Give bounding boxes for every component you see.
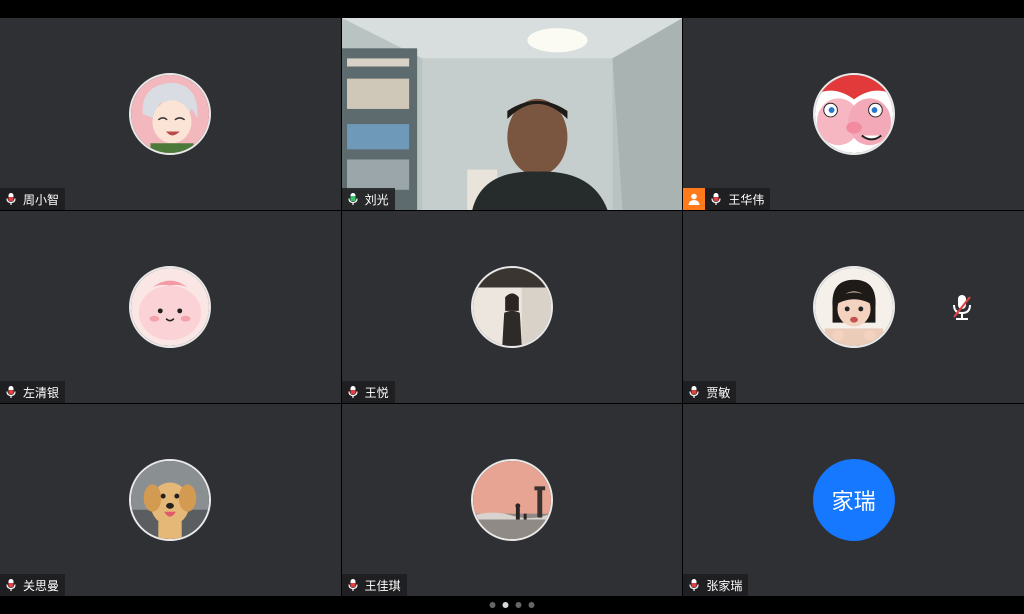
participant-name: 周小智 xyxy=(23,192,60,207)
meeting-window: 周小智 刘光 王华伟 左清银 王悦 贾敏 关思曼 王佳琪 家瑞 张家瑞 xyxy=(0,0,1024,614)
microphone-icon xyxy=(711,193,721,205)
photo-woman-avatar xyxy=(470,266,553,348)
participant-name-tag: 贾敏 xyxy=(683,381,737,403)
participant-tile[interactable]: 贾敏 xyxy=(683,211,1024,403)
pink-blob-avatar xyxy=(129,266,212,348)
participant-name-tag: 王悦 xyxy=(341,381,395,403)
microphone-icon xyxy=(6,193,16,205)
participant-name-tag: 刘光 xyxy=(341,188,395,210)
cartoon-pig-avatar xyxy=(812,73,895,155)
microphone-icon xyxy=(6,386,16,398)
participant-name-tag: 周小智 xyxy=(0,188,66,210)
participant-name-tag: 关思曼 xyxy=(0,574,66,596)
page-dot-4[interactable] xyxy=(528,602,535,608)
initials-avatar: 家瑞 xyxy=(812,459,895,541)
participant-tile[interactable]: 左清银 xyxy=(0,211,341,403)
participant-tile-active-speaker[interactable]: 刘光 xyxy=(341,18,683,210)
participant-name: 王佳琪 xyxy=(364,578,401,593)
participant-name: 左清银 xyxy=(23,385,60,400)
anime-boy-avatar xyxy=(129,73,212,155)
participant-name: 刘光 xyxy=(364,192,389,207)
sunset-photo-avatar xyxy=(470,459,553,541)
dog-avatar xyxy=(129,459,212,541)
microphone-muted-icon xyxy=(952,295,971,320)
participant-tile[interactable]: 周小智 xyxy=(0,18,341,210)
page-dot-2-current[interactable] xyxy=(502,602,509,608)
microphone-icon xyxy=(689,579,699,591)
participant-grid: 周小智 刘光 王华伟 左清银 王悦 贾敏 关思曼 王佳琪 家瑞 张家瑞 xyxy=(0,18,1024,596)
participant-tile[interactable]: 王佳琪 xyxy=(341,404,683,596)
page-indicator[interactable] xyxy=(489,602,535,608)
microphone-icon xyxy=(689,386,699,398)
participant-tile[interactable]: 家瑞 张家瑞 xyxy=(683,404,1024,596)
participant-tile[interactable]: 关思曼 xyxy=(0,404,341,596)
microphone-icon xyxy=(6,579,16,591)
participant-tile[interactable]: 王华伟 xyxy=(683,18,1024,210)
page-dot-1[interactable] xyxy=(489,602,496,608)
participant-name: 关思曼 xyxy=(23,578,60,593)
camera-video-feed xyxy=(341,18,683,210)
microphone-icon xyxy=(348,386,358,398)
microphone-active-icon xyxy=(348,193,358,205)
host-badge-icon xyxy=(683,188,706,210)
participant-name-tag: 张家瑞 xyxy=(683,574,749,596)
participant-tile[interactable]: 王悦 xyxy=(341,211,683,403)
microphone-icon xyxy=(348,579,358,591)
participant-name: 王悦 xyxy=(364,385,389,400)
participant-name-tag: 王华伟 xyxy=(683,188,771,210)
participant-name: 王华伟 xyxy=(728,192,765,207)
page-dot-3[interactable] xyxy=(515,602,522,608)
participant-name: 贾敏 xyxy=(706,385,731,400)
participant-name: 张家瑞 xyxy=(706,578,743,593)
participant-name-tag: 王佳琪 xyxy=(341,574,407,596)
photo-child-avatar xyxy=(812,266,895,348)
participant-name-tag: 左清银 xyxy=(0,381,66,403)
